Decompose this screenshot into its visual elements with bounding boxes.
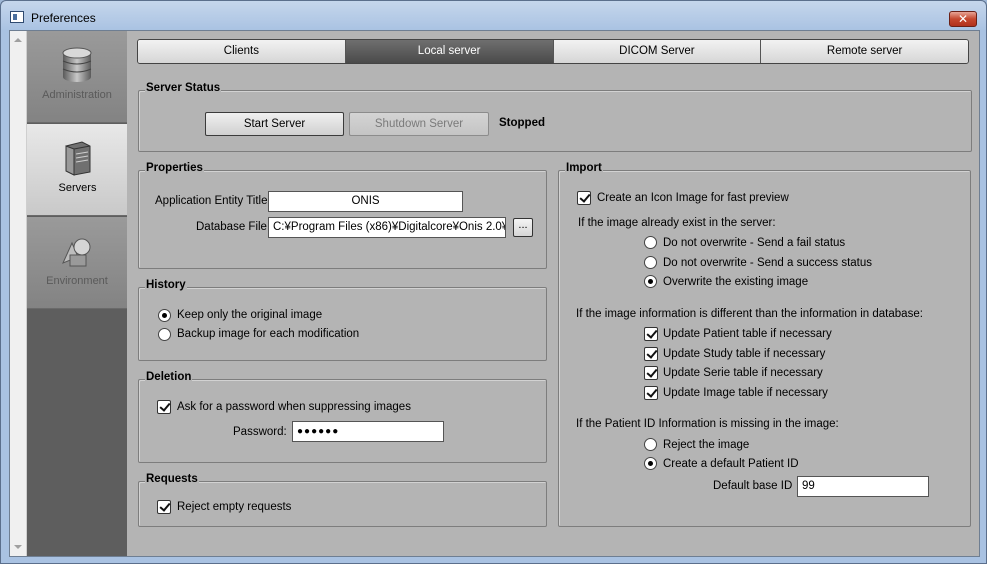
update-study-label: Update Study table if necessary xyxy=(663,348,826,360)
update-serie-checkbox[interactable] xyxy=(644,366,658,380)
icon-preview-label: Create an Icon Image for fast preview xyxy=(597,192,789,204)
update-image-label: Update Image table if necessary xyxy=(663,387,828,399)
sidebar-item-environment[interactable]: Environment xyxy=(27,217,127,309)
overwrite-existing-label: Overwrite the existing image xyxy=(663,276,809,288)
main-panel: Clients Local server DICOM Server Remote… xyxy=(127,31,979,556)
import-title: Import xyxy=(565,162,603,174)
shutdown-server-button[interactable]: Shutdown Server xyxy=(349,112,489,136)
deletion-group: Deletion Ask for a password when suppres… xyxy=(138,371,547,463)
update-study-checkbox[interactable] xyxy=(644,347,658,361)
sidebar-item-administration[interactable]: Administration xyxy=(27,31,127,123)
keep-original-radio[interactable] xyxy=(158,309,171,322)
backup-image-radio[interactable] xyxy=(158,328,171,341)
tab-clients[interactable]: Clients xyxy=(138,40,346,63)
server-status-title: Server Status xyxy=(145,82,222,94)
properties-title: Properties xyxy=(145,162,204,174)
close-button[interactable]: ✕ xyxy=(949,11,977,27)
reject-empty-label: Reject empty requests xyxy=(177,501,292,513)
icon-preview-checkbox[interactable] xyxy=(577,191,591,205)
title-bar: Preferences ✕ xyxy=(1,1,986,31)
create-default-id-radio[interactable] xyxy=(644,457,657,470)
default-base-id-label: Default base ID xyxy=(713,480,793,492)
deletion-title: Deletion xyxy=(145,371,193,383)
sidebar-item-label: Environment xyxy=(46,275,108,287)
preferences-window: Preferences ✕ Administration Servers Env… xyxy=(0,0,987,564)
tab-remote-server[interactable]: Remote server xyxy=(761,40,968,63)
update-image-checkbox[interactable] xyxy=(644,386,658,400)
start-server-button[interactable]: Start Server xyxy=(205,112,344,136)
no-overwrite-fail-label: Do not overwrite - Send a fail status xyxy=(663,237,846,249)
database-icon xyxy=(62,47,92,82)
tab-bar: Clients Local server DICOM Server Remote… xyxy=(137,39,969,64)
history-group: History Keep only the original image Bac… xyxy=(138,279,547,361)
password-field[interactable]: ●●●●●● xyxy=(292,421,444,442)
create-default-id-label: Create a default Patient ID xyxy=(663,458,799,470)
import-group: Import Create an Icon Image for fast pre… xyxy=(558,162,971,527)
database-file-field[interactable]: C:¥Program Files (x86)¥Digitalcore¥Onis … xyxy=(268,217,506,238)
update-serie-label: Update Serie table if necessary xyxy=(663,367,823,379)
backup-image-label: Backup image for each modification xyxy=(177,328,360,340)
default-base-id-field[interactable]: 99 xyxy=(797,476,929,497)
reject-image-label: Reject the image xyxy=(663,439,750,451)
shapes-icon xyxy=(62,238,91,267)
server-icon xyxy=(65,141,91,176)
reject-empty-checkbox[interactable] xyxy=(157,500,171,514)
scroll-down-arrow-icon[interactable] xyxy=(14,545,22,549)
tab-dicom-server[interactable]: DICOM Server xyxy=(553,40,762,63)
browse-button[interactable]: ... xyxy=(513,218,533,237)
no-overwrite-success-radio[interactable] xyxy=(644,256,657,269)
requests-group: Requests Reject empty requests xyxy=(138,473,547,527)
server-status-text: Stopped xyxy=(499,117,545,129)
password-label: Password: xyxy=(233,426,287,438)
properties-group: Properties Application Entity Title ONIS… xyxy=(138,162,547,269)
overwrite-existing-radio[interactable] xyxy=(644,275,657,288)
no-overwrite-success-label: Do not overwrite - Send a success status xyxy=(663,257,873,269)
sidebar: Administration Servers Environment xyxy=(27,31,128,556)
sidebar-item-label: Servers xyxy=(58,182,97,194)
server-status-group: Server Status Start Server Shutdown Serv… xyxy=(138,82,972,152)
vertical-scrollbar[interactable] xyxy=(10,31,27,556)
database-file-label: Database File xyxy=(196,221,267,233)
sidebar-item-servers[interactable]: Servers xyxy=(27,124,128,216)
tab-local-server[interactable]: Local server xyxy=(345,40,554,63)
exist-heading: If the image already exist in the server… xyxy=(578,217,776,229)
history-title: History xyxy=(145,279,187,291)
client-area: Administration Servers Environment Clien… xyxy=(9,30,980,557)
update-patient-checkbox[interactable] xyxy=(644,327,658,341)
window-title: Preferences xyxy=(31,11,96,25)
sidebar-item-label: Administration xyxy=(42,89,112,101)
ae-title-field[interactable]: ONIS xyxy=(268,191,463,212)
update-patient-label: Update Patient table if necessary xyxy=(663,328,832,340)
window-app-icon xyxy=(10,11,24,23)
requests-title: Requests xyxy=(145,473,199,485)
keep-original-label: Keep only the original image xyxy=(177,309,323,321)
different-heading: If the image information is different th… xyxy=(576,308,923,320)
scroll-up-arrow-icon[interactable] xyxy=(14,38,22,42)
reject-image-radio[interactable] xyxy=(644,438,657,451)
no-overwrite-fail-radio[interactable] xyxy=(644,236,657,249)
ae-title-label: Application Entity Title xyxy=(155,195,268,207)
ask-password-label: Ask for a password when suppressing imag… xyxy=(177,401,411,413)
ask-password-checkbox[interactable] xyxy=(157,400,171,414)
missing-heading: If the Patient ID Information is missing… xyxy=(576,418,839,430)
